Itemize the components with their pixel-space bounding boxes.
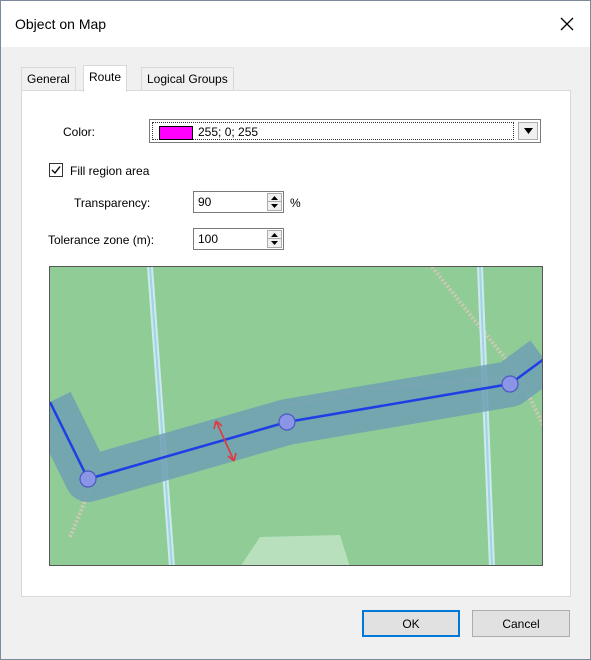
waypoint-marker[interactable] <box>501 375 519 393</box>
chevron-down-icon <box>523 128 533 134</box>
color-dropdown-button[interactable] <box>518 122 538 140</box>
tab-logical-groups-label: Logical Groups <box>147 72 228 86</box>
tolerance-spinner[interactable]: 100 <box>193 228 284 250</box>
color-label: Color: <box>63 125 96 139</box>
transparency-value: 90 <box>198 195 212 209</box>
cancel-button[interactable]: Cancel <box>472 610 570 637</box>
tab-general-label: General <box>27 72 70 86</box>
transparency-increment[interactable] <box>268 194 281 202</box>
fill-region-label: Fill region area <box>70 164 150 178</box>
window-title: Object on Map <box>15 16 107 32</box>
arrow-up-icon <box>271 195 278 200</box>
fill-region-checkbox[interactable] <box>49 163 63 177</box>
route-preview-map <box>49 266 543 566</box>
color-value-text: 255; 0; 255 <box>198 125 259 139</box>
transparency-decrement[interactable] <box>268 202 281 210</box>
waypoint-marker[interactable] <box>278 413 296 431</box>
ok-button[interactable]: OK <box>362 610 460 637</box>
color-swatch <box>159 126 193 140</box>
color-select-value: 255; 0; 255 <box>152 122 514 140</box>
map-canvas <box>50 267 542 565</box>
cancel-button-label: Cancel <box>502 616 540 631</box>
color-select[interactable]: 255; 0; 255 <box>149 119 541 143</box>
arrow-down-icon <box>271 241 278 245</box>
tolerance-spin-buttons <box>267 230 282 248</box>
ok-button-label: OK <box>402 616 420 631</box>
tab-general[interactable]: General <box>21 67 76 91</box>
transparency-label: Transparency: <box>74 196 151 210</box>
transparency-spin-buttons <box>267 193 282 211</box>
tolerance-decrement[interactable] <box>268 239 281 247</box>
tolerance-label: Tolerance zone (m): <box>48 233 155 247</box>
waypoint-marker[interactable] <box>79 470 97 488</box>
close-button[interactable] <box>544 1 590 47</box>
title-bar: Object on Map <box>1 1 590 47</box>
transparency-spinner[interactable]: 90 <box>193 191 284 213</box>
tab-route-label: Route <box>89 70 122 84</box>
check-icon <box>51 166 61 175</box>
dialog-window: Object on Map General Route Logical Grou… <box>0 0 591 660</box>
transparency-unit: % <box>290 196 301 210</box>
arrow-down-icon <box>271 204 278 208</box>
close-icon <box>560 17 574 31</box>
tab-logical-groups[interactable]: Logical Groups <box>141 67 234 91</box>
tab-route[interactable]: Route <box>83 65 128 92</box>
tolerance-increment[interactable] <box>268 231 281 239</box>
arrow-up-icon <box>271 232 278 237</box>
tolerance-value: 100 <box>198 232 219 246</box>
